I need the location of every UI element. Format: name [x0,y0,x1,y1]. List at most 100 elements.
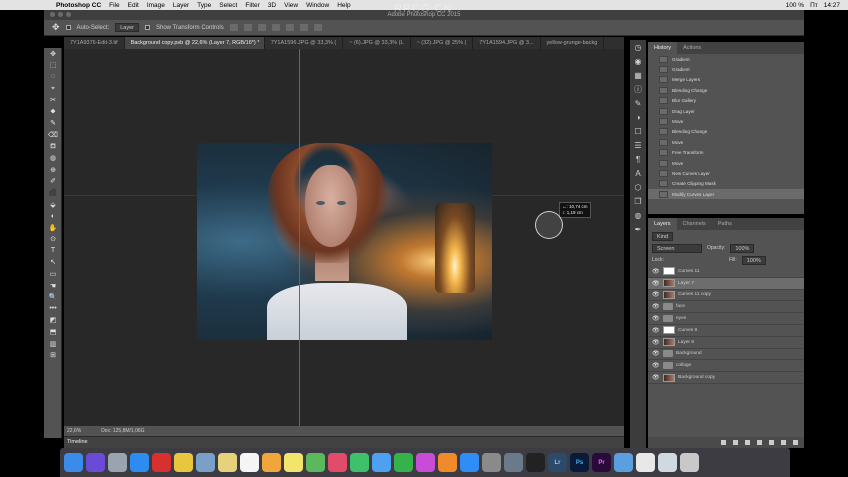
dock-app-store-icon[interactable] [460,453,479,472]
tool-24-icon[interactable]: ⬒ [44,326,62,338]
clock-text[interactable]: 14:27 [824,2,840,9]
tab-actions[interactable]: Actions [677,42,707,54]
tab-history[interactable]: History [648,42,678,54]
link-layers-icon[interactable] [721,440,726,445]
menu-type[interactable]: Type [197,2,211,9]
blend-mode-dropdown[interactable]: Screen [652,243,702,253]
menu-image[interactable]: Image [147,2,165,9]
tool-26-icon[interactable]: ⊞ [44,349,62,361]
align-left-icon[interactable] [271,24,280,31]
tool-5-icon[interactable]: ⬥ [44,106,62,118]
history-item[interactable]: Blending Change [648,85,804,95]
tab-channels[interactable]: Channels [677,218,712,230]
tool-11-icon[interactable]: ✐ [44,176,62,188]
layer-thumbnail[interactable] [663,279,675,288]
dock-ibooks-icon[interactable] [438,453,457,472]
history-item[interactable]: Gradient [648,54,804,64]
tool-1-icon[interactable]: ⬚ [44,60,62,72]
dock-facetime-icon[interactable] [394,453,413,472]
history-item[interactable]: Create Clipping Mask [648,179,804,189]
menu-view[interactable]: View [284,2,298,9]
tool-9-icon[interactable]: ◍ [44,152,62,164]
tab-paths[interactable]: Paths [712,218,738,230]
history-icon[interactable]: ◷ [630,40,646,54]
dock-itunes-icon[interactable] [416,453,435,472]
layer-thumbnail[interactable] [663,290,675,299]
history-item[interactable]: Blending Change [648,127,804,137]
visibility-eye-icon[interactable]: 👁 [652,374,660,381]
dock-lr-icon[interactable]: Lr [548,453,567,472]
auto-select-checkbox[interactable] [65,25,71,30]
history-item[interactable]: Move [648,116,804,126]
visibility-eye-icon[interactable]: 👁 [652,268,660,275]
adjustment-mask-thumbnail[interactable] [663,267,675,276]
color-icon[interactable]: ◉ [630,54,646,68]
folder-icon[interactable] [663,303,673,311]
minimize-window-button[interactable] [58,12,63,17]
dock-folder-icon[interactable] [614,453,633,472]
visibility-eye-icon[interactable]: 👁 [652,362,660,369]
menu-file[interactable]: File [109,2,119,9]
folder-icon[interactable] [663,315,673,323]
visibility-eye-icon[interactable]: 👁 [652,280,660,287]
layer-row[interactable]: 👁 eyes [648,313,804,325]
tab-document-active[interactable]: Background copy.psb @ 22,6% (Layer 7, RG… [124,37,265,49]
layers-icon[interactable]: ❐ [630,194,646,208]
align-center-icon[interactable] [285,24,294,31]
tool-8-icon[interactable]: ⛾ [44,141,62,153]
dock-maps-icon[interactable] [306,453,325,472]
new-group-icon[interactable] [769,440,774,445]
visibility-eye-icon[interactable]: 👁 [652,327,660,334]
dock-opera-icon[interactable] [152,453,171,472]
swatches-icon[interactable]: ▦ [630,68,646,82]
tool-13-icon[interactable]: ⬙ [44,199,62,211]
dock-images-icon[interactable] [658,453,677,472]
folder-icon[interactable] [663,362,673,370]
history-item[interactable]: Move [648,137,804,147]
layer-row[interactable]: 👁 Background [648,349,804,361]
tool-10-icon[interactable]: ⊕ [44,164,62,176]
zoom-window-button[interactable] [66,12,71,17]
adjustments-icon[interactable]: ◑ [630,110,646,124]
paragraph-icon[interactable]: ¶ [630,152,646,166]
tool-23-icon[interactable]: ◩ [44,315,62,327]
day-text[interactable]: Пт [810,2,818,9]
tool-0-icon[interactable]: ✥ [44,48,62,60]
visibility-eye-icon[interactable]: 👁 [652,350,660,357]
character-icon[interactable]: A [630,166,646,180]
dock-preview-icon[interactable] [196,453,215,472]
properties-icon[interactable]: ☰ [630,138,646,152]
menu-edit[interactable]: Edit [128,2,139,9]
dock-siri-icon[interactable] [86,453,105,472]
show-transform-checkbox[interactable] [145,25,150,30]
tab-document-3[interactable]: 7Y1A1596.JPG @ 33,3% ( [265,37,344,49]
tool-15-icon[interactable]: ✋ [44,222,62,234]
dock-migration-icon[interactable] [504,453,523,472]
styles-icon[interactable]: ☐ [630,124,646,138]
dock-mail-icon[interactable] [372,453,391,472]
new-adjustment-icon[interactable] [757,440,762,445]
dock-notes-icon[interactable] [218,453,237,472]
history-item[interactable]: New Curves Layer [648,168,804,178]
tool-2-icon[interactable]: ◌ [44,71,62,83]
dock-photos-icon[interactable] [262,453,281,472]
3d-icon[interactable]: ⬡ [630,180,646,194]
layer-row[interactable]: 👁 Layer 7 [648,277,804,290]
close-window-button[interactable] [50,12,55,17]
tool-16-icon[interactable]: ⊙ [44,234,62,246]
align-right-icon[interactable] [299,24,308,31]
tool-18-icon[interactable]: ↖ [44,257,62,269]
layer-row[interactable]: 👁 Layer 6 [648,337,804,349]
menu-filter[interactable]: Filter [245,2,259,9]
layer-row[interactable]: 👁 Curves 8 [648,325,804,337]
dock-clock-icon[interactable] [526,453,545,472]
layer-row[interactable]: 👁 face [648,301,804,314]
add-mask-icon[interactable] [745,440,750,445]
tool-21-icon[interactable]: 🔍 [44,291,62,303]
dock-finder-icon[interactable] [64,453,83,472]
fx-icon[interactable] [733,440,738,445]
vertical-guide[interactable] [299,49,300,426]
tab-layers[interactable]: Layers [648,218,677,230]
fill-input[interactable]: 100% [741,255,766,265]
history-item[interactable]: Modify Curves Layer [648,189,804,200]
